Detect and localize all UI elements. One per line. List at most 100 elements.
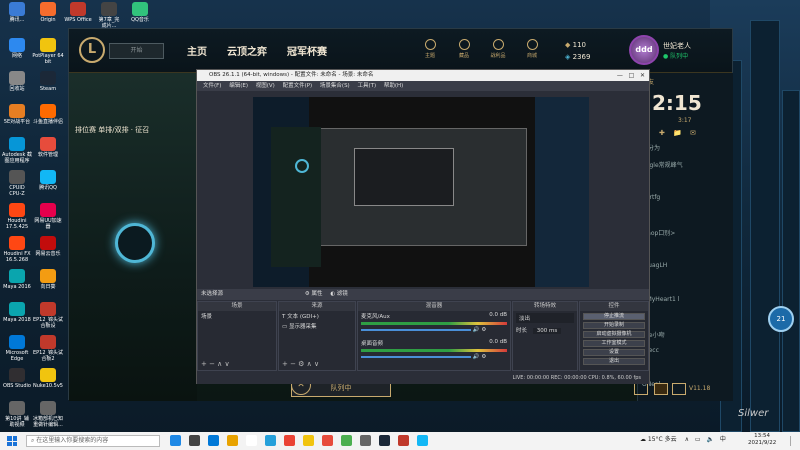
gear-icon[interactable]: ⚙ (481, 354, 486, 360)
taskbar-clock[interactable]: 13:54 2021/9/22 (748, 433, 776, 447)
gear-icon[interactable]: ⚙ (305, 291, 310, 297)
nav-profile[interactable]: 主题 (415, 39, 445, 59)
menu-tools[interactable]: 工具(T) (357, 83, 376, 89)
gear-icon[interactable]: ⚙ (481, 327, 486, 333)
desktop-icon[interactable]: 腾讯... (1, 2, 33, 23)
source-item[interactable]: T 文本 (GDI+) (279, 311, 355, 321)
menu-help[interactable]: 帮助(H) (384, 83, 403, 89)
volume-icon[interactable]: 🔈 (707, 436, 714, 443)
desktop-icon[interactable]: CPUID CPU-Z (1, 170, 33, 197)
mic-volume-controls[interactable]: 🔊 ⚙ (358, 326, 510, 334)
desktop-icon[interactable]: EP12_锦头试 合板设 (32, 302, 64, 329)
tab-clash[interactable]: 冠军杯赛 (287, 43, 327, 58)
nav-loot[interactable]: 战利品 (483, 39, 513, 59)
desktop-icon[interactable]: 5E对战平台 (1, 104, 33, 125)
desktop-icon[interactable]: Houdini FX 16.5.268 (1, 236, 33, 263)
taskbar-app-icon[interactable] (322, 435, 333, 446)
taskbar-app-icon[interactable] (208, 435, 219, 446)
desktop-volume-controls[interactable]: 🔊 ⚙ (358, 353, 510, 361)
nav-collection[interactable]: 藏品 (449, 39, 479, 59)
desktop-icon[interactable]: 回收站 (1, 71, 33, 92)
obs-preview[interactable] (253, 97, 589, 287)
start-button[interactable] (7, 436, 17, 446)
start-recording-button[interactable]: 开始录制 (583, 322, 645, 329)
desktop-icon[interactable]: Steam (32, 71, 64, 92)
mission-icon[interactable] (672, 383, 686, 395)
mic-volume-slider[interactable] (361, 328, 471, 331)
menu-file[interactable]: 文件(F) (203, 83, 221, 89)
stop-streaming-button[interactable]: 停止推流 (583, 313, 645, 320)
system-tray[interactable]: ☁ 15°C 多云 ∧ ▭ 🔈 中 (640, 434, 726, 443)
desktop-volume-slider[interactable] (361, 355, 471, 358)
taskbar-app-icon[interactable] (379, 435, 390, 446)
duration-input[interactable]: 300 ms (532, 328, 562, 334)
taskbar-app-icon[interactable] (360, 435, 371, 446)
desktop-icon[interactable]: WPS Office (62, 2, 94, 23)
source-toolbar[interactable]: + − ⚙ ∧ ∨ (282, 360, 319, 368)
filter-icon[interactable]: ◐ (330, 291, 335, 297)
desktop-icon[interactable]: 网易UU加速器 (32, 203, 64, 230)
taskbar-search-input[interactable]: ⌕ 在这里输入你要搜索的内容 (26, 435, 160, 447)
taskbar-app-icon[interactable] (341, 435, 352, 446)
taskbar-app-icon[interactable] (246, 435, 257, 446)
tray-chevron-icon[interactable]: ∧ (685, 436, 689, 443)
desktop-icon[interactable]: Autodesk 截图应用程序 (1, 137, 33, 164)
desktop-icon[interactable]: Microsoft Edge (1, 335, 33, 362)
tab-tft[interactable]: 云顶之弈 (227, 43, 267, 58)
speaker-icon[interactable]: 🔊 (473, 327, 480, 333)
desktop-icon[interactable]: Origin (32, 2, 64, 23)
notifications-icon[interactable] (654, 383, 668, 395)
tab-home[interactable]: 主页 (187, 43, 207, 58)
desktop-icon[interactable]: EP12_锦头试 合板2 (32, 335, 64, 362)
desktop-icon[interactable]: 斗鱼直播伴侣 (32, 104, 64, 125)
studio-mode-button[interactable]: 工作室模式 (583, 340, 645, 347)
play-button[interactable]: 开始 (109, 43, 164, 59)
menu-edit[interactable]: 编辑(E) (229, 83, 248, 89)
taskbar-app-icon[interactable] (284, 435, 295, 446)
nav-store[interactable]: 商城 (517, 39, 547, 59)
filters-button[interactable]: 滤镜 (337, 291, 348, 297)
desktop-icon[interactable]: Maya 2016 (1, 269, 33, 290)
desktop-icon[interactable]: 软件管理 (32, 137, 64, 158)
taskbar-app-icon[interactable] (189, 435, 200, 446)
minimize-button[interactable]: — (617, 72, 623, 79)
menu-scene-collection[interactable]: 场景集合(S) (320, 83, 350, 89)
desktop-icon[interactable]: Houdini 17.5.425 (1, 203, 33, 230)
desktop-icon[interactable]: OBS Studio (1, 368, 33, 389)
league-logo-icon[interactable]: L (79, 37, 105, 63)
settings-button[interactable]: 设置 (583, 349, 645, 356)
virtual-camera-button[interactable]: 启动虚拟摄像机 (583, 331, 645, 338)
ime-indicator[interactable]: 中 (720, 436, 726, 443)
taskbar-app-icon[interactable] (265, 435, 276, 446)
desktop-icon[interactable]: Nuke10.5v5 (32, 368, 64, 389)
taskbar-app-icon[interactable] (170, 435, 181, 446)
exit-button[interactable]: 退出 (583, 358, 645, 365)
desktop-icon[interactable]: 腾讯QQ (32, 170, 64, 191)
scene-toolbar[interactable]: + − ∧ ∨ (201, 360, 230, 368)
taskbar-app-icon[interactable] (417, 435, 428, 446)
notification-center-icon[interactable] (790, 436, 798, 446)
taskbar-app-icon[interactable] (398, 435, 409, 446)
taskbar-app-icon[interactable] (227, 435, 238, 446)
desktop-icon[interactable]: 网络 (1, 38, 33, 59)
avatar[interactable]: ddd (629, 35, 659, 65)
taskbar-app-icon[interactable] (303, 435, 314, 446)
desktop-icon[interactable]: QQ音乐 (124, 2, 156, 23)
desktop-icon[interactable]: 网易云音乐 (32, 236, 64, 257)
close-button[interactable]: ✕ (640, 72, 645, 79)
speaker-icon[interactable]: 🔊 (473, 354, 480, 360)
desktop-icon[interactable]: 第7章_完 成片... (93, 2, 125, 29)
desktop-icon[interactable]: 向日葵 (32, 269, 64, 290)
transition-select[interactable]: 淡出 (516, 313, 574, 323)
desktop-icon[interactable]: 第10讲_辅 助视频 (1, 401, 33, 428)
menu-profile[interactable]: 配置文件(P) (283, 83, 313, 89)
desktop-icon[interactable]: 冰箱部机已知 重做针编辑... (32, 401, 64, 428)
desktop-icon[interactable]: Maya 2018 (1, 302, 33, 323)
maximize-button[interactable]: □ (629, 72, 635, 79)
scene-item[interactable]: 场景 (198, 311, 276, 321)
social-toolbar[interactable]: 👤 ✚ 📁 ✉ (642, 129, 730, 137)
chat-icon[interactable] (634, 383, 648, 395)
network-icon[interactable]: ▭ (695, 436, 701, 443)
menu-view[interactable]: 视图(V) (256, 83, 275, 89)
desktop-icon[interactable]: PotPlayer 64 bit (32, 38, 64, 65)
